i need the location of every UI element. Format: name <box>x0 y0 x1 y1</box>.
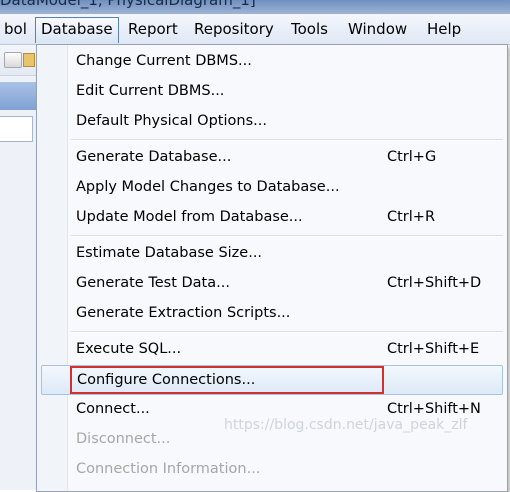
search-input[interactable] <box>0 116 33 142</box>
menu-repository[interactable]: Repository <box>190 18 278 40</box>
menu-item-generate-extraction-scripts[interactable]: Generate Extraction Scripts... <box>37 298 507 328</box>
menu-item-label: Execute SQL... <box>76 341 182 357</box>
menu-item-change-current-dbms[interactable]: Change Current DBMS... <box>37 46 507 76</box>
menu-item-apply-model-changes[interactable]: Apply Model Changes to Database... <box>37 172 507 202</box>
annotation-highlight-box <box>70 366 384 394</box>
menu-report[interactable]: Report <box>124 18 182 40</box>
menu-item-label: Connection Information... <box>76 461 261 477</box>
menu-item-generate-database[interactable]: Generate Database... Ctrl+G <box>37 142 507 172</box>
menu-item-label: Update Model from Database... <box>76 209 303 225</box>
menu-separator <box>71 331 503 333</box>
menu-item-label: Estimate Database Size... <box>76 245 263 261</box>
menu-item-shortcut: Ctrl+Shift+D <box>387 275 482 291</box>
menu-window[interactable]: Window <box>344 18 411 40</box>
app-workspace <box>0 45 36 490</box>
menu-item-execute-sql[interactable]: Execute SQL... Ctrl+Shift+E <box>37 334 507 364</box>
menu-database[interactable]: Database <box>35 17 119 43</box>
menu-item-default-physical-options[interactable]: Default Physical Options... <box>37 106 507 136</box>
menu-item-label: Disconnect... <box>76 431 171 447</box>
menu-item-label: Connect... <box>76 401 150 417</box>
menu-item-shortcut: Ctrl+R <box>387 209 436 225</box>
menu-item-generate-test-data[interactable]: Generate Test Data... Ctrl+Shift+D <box>37 268 507 298</box>
menu-item-shortcut: Ctrl+G <box>387 149 437 165</box>
copy-icon[interactable] <box>4 52 22 68</box>
menu-separator <box>71 139 503 141</box>
toolbar <box>0 45 36 76</box>
menu-item-label: Default Physical Options... <box>76 113 267 129</box>
menu-item-edit-current-dbms[interactable]: Edit Current DBMS... <box>37 76 507 106</box>
menu-item-shortcut: Ctrl+Shift+E <box>387 341 480 357</box>
menu-item-update-model-from-database[interactable]: Update Model from Database... Ctrl+R <box>37 202 507 232</box>
menu-symbol[interactable]: bol <box>0 18 31 40</box>
menu-item-label: Apply Model Changes to Database... <box>76 179 340 195</box>
menu-item-estimate-database-size[interactable]: Estimate Database Size... <box>37 238 507 268</box>
menu-item-connection-information: Connection Information... <box>37 454 507 484</box>
menu-item-label: Generate Database... <box>76 149 232 165</box>
menu-bar: bol Database Report Repository Tools Win… <box>0 14 510 45</box>
menu-help[interactable]: Help <box>423 18 465 40</box>
menu-item-label: Change Current DBMS... <box>76 53 252 69</box>
menu-item-label: Generate Extraction Scripts... <box>76 305 291 321</box>
menu-item-label: Edit Current DBMS... <box>76 83 225 99</box>
window-title-bar: DataModel_1, PhysicalDiagram_1] <box>0 0 510 14</box>
menu-tools[interactable]: Tools <box>287 18 332 40</box>
watermark-text: https://blog.csdn.net/java_peak_zlf <box>224 417 468 433</box>
folder-icon[interactable] <box>23 53 35 67</box>
panel-header <box>0 82 36 110</box>
menu-item-label: Generate Test Data... <box>76 275 230 291</box>
window-title: DataModel_1, PhysicalDiagram_1] <box>0 0 256 9</box>
menu-separator <box>71 235 503 237</box>
